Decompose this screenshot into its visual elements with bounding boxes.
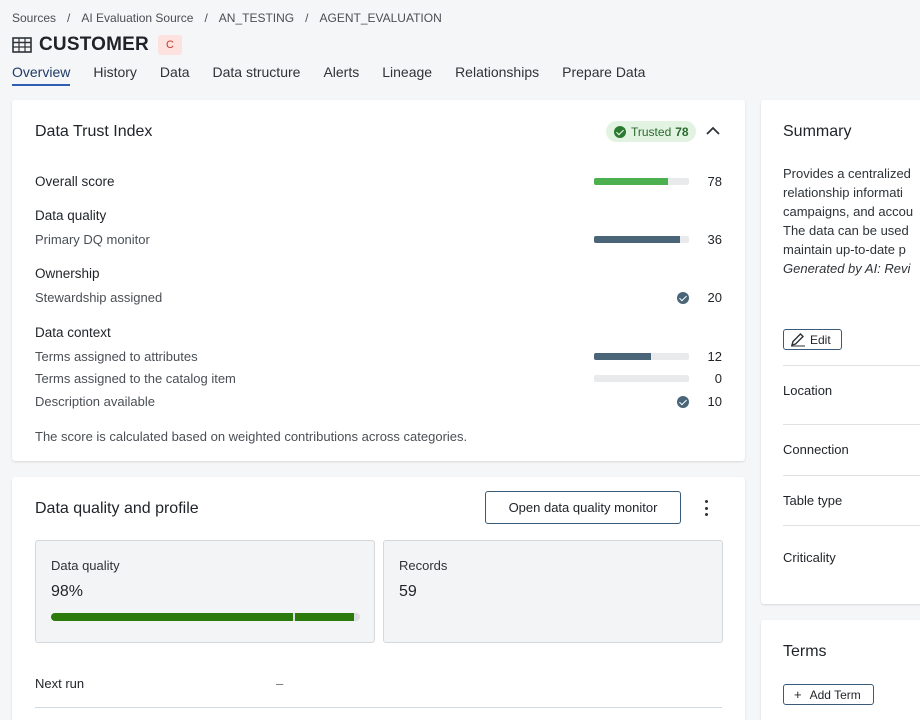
trusted-label: Trusted xyxy=(631,124,672,139)
trust-row-label: Overall score xyxy=(35,174,115,189)
add-term-button[interactable]: + Add Term xyxy=(783,684,874,705)
data-quality-card: Data quality and profile Open data quali… xyxy=(12,477,745,720)
breadcrumb: Sources / AI Evaluation Source / AN_TEST… xyxy=(12,11,442,25)
score-bar-fill xyxy=(594,353,651,360)
trust-row-label: Description available xyxy=(35,394,155,409)
score-bar-fill xyxy=(594,178,669,185)
next-run-label: Next run xyxy=(35,676,85,691)
stat-label: Records xyxy=(399,558,448,573)
chevron-up-icon[interactable] xyxy=(704,122,722,140)
trust-row-label: Stewardship assigned xyxy=(35,290,163,305)
location-label: Location xyxy=(783,383,833,398)
trust-row-label: Data context xyxy=(35,325,111,340)
trust-row-score: 0 xyxy=(714,371,722,386)
score-bar xyxy=(594,353,689,360)
stat-label: Data quality xyxy=(51,558,120,573)
breadcrumb-separator: / xyxy=(67,11,71,25)
divider xyxy=(783,475,920,476)
connection-label: Connection xyxy=(783,442,849,457)
page-title: CUSTOMER xyxy=(39,34,149,55)
trust-row-score: 20 xyxy=(707,290,722,305)
trusted-badge: Trusted 78 xyxy=(606,121,696,142)
score-bar xyxy=(594,375,689,382)
edit-label: Edit xyxy=(810,332,831,347)
card-title: Summary xyxy=(783,123,852,140)
summary-line: The data can be used xyxy=(783,223,909,238)
edit-summary-button[interactable]: Edit xyxy=(783,329,842,350)
breadcrumb-item-schema[interactable]: AN_TESTING xyxy=(219,11,294,25)
tab-bar: Overview History Data Data structure Ale… xyxy=(12,64,668,86)
trust-row-label: Terms assigned to the catalog item xyxy=(35,371,236,386)
tab-prepare-data[interactable]: Prepare Data xyxy=(562,64,645,86)
more-options-icon[interactable] xyxy=(698,498,714,518)
tab-relationships[interactable]: Relationships xyxy=(455,64,539,86)
trust-row-label: Data quality xyxy=(35,208,107,223)
score-footnote: The score is calculated based on weighte… xyxy=(35,429,468,444)
check-circle-icon xyxy=(677,396,689,408)
summary-line: relationship informati xyxy=(783,185,903,200)
breadcrumb-item-table[interactable]: AGENT_EVALUATION xyxy=(320,11,442,25)
breadcrumb-separator: / xyxy=(305,11,309,25)
breadcrumb-item-sources[interactable]: Sources xyxy=(12,11,56,25)
divider xyxy=(783,365,920,366)
breadcrumb-separator: / xyxy=(204,11,208,25)
score-bar xyxy=(594,178,689,185)
tab-overview[interactable]: Overview xyxy=(12,64,71,86)
summary-card: Summary Provides a centralized relations… xyxy=(761,100,920,604)
quality-bar-segment xyxy=(295,613,354,621)
criticality-badge: C xyxy=(157,35,182,55)
divider xyxy=(783,424,920,425)
quality-bar-segment xyxy=(51,613,293,621)
terms-card: Terms + Add Term xyxy=(761,620,920,720)
tab-lineage[interactable]: Lineage xyxy=(382,64,432,86)
data-quality-stat: Data quality 98% xyxy=(35,540,375,643)
card-title: Data Trust Index xyxy=(35,123,153,140)
check-circle-icon xyxy=(677,292,689,304)
add-term-label: Add Term xyxy=(809,687,861,702)
trust-row-score: 78 xyxy=(707,174,722,189)
score-bar-fill xyxy=(594,236,680,243)
criticality-label: Criticality xyxy=(783,550,836,565)
ai-generated-note: Generated by AI: Revi xyxy=(783,261,911,276)
trusted-score: 78 xyxy=(675,124,689,139)
open-dq-monitor-button[interactable]: Open data quality monitor xyxy=(485,491,681,524)
tab-data-structure[interactable]: Data structure xyxy=(213,64,301,86)
next-run-value: – xyxy=(276,676,284,691)
page-header: CUSTOMER C xyxy=(12,34,182,56)
table-type-label: Table type xyxy=(783,493,843,508)
pencil-icon xyxy=(790,332,805,346)
records-stat: Records 59 xyxy=(383,540,723,643)
card-title: Terms xyxy=(783,643,827,660)
trust-row-score: 10 xyxy=(707,394,722,409)
divider xyxy=(783,525,920,526)
check-circle-icon xyxy=(614,125,626,138)
score-bar xyxy=(594,236,689,243)
breadcrumb-item-source[interactable]: AI Evaluation Source xyxy=(81,11,193,25)
summary-line: campaigns, and accou xyxy=(783,204,914,219)
card-title: Data quality and profile xyxy=(35,500,199,517)
summary-line: Provides a centralized xyxy=(783,166,911,181)
table-icon xyxy=(12,37,32,53)
stat-value: 59 xyxy=(399,583,417,600)
summary-line: maintain up-to-date p xyxy=(783,242,906,257)
divider xyxy=(35,707,722,708)
trust-row-label: Terms assigned to attributes xyxy=(35,349,198,364)
tab-alerts[interactable]: Alerts xyxy=(323,64,359,86)
tab-data[interactable]: Data xyxy=(160,64,190,86)
data-trust-index-card: Data Trust Index Trusted 78 Overall scor… xyxy=(12,100,745,461)
trust-row-score: 12 xyxy=(707,349,722,364)
plus-icon: + xyxy=(794,687,802,702)
stat-value: 98% xyxy=(51,583,84,600)
trust-row-score: 36 xyxy=(707,232,722,247)
trust-row-label: Ownership xyxy=(35,266,100,281)
tab-history[interactable]: History xyxy=(93,64,137,86)
trust-row-label: Primary DQ monitor xyxy=(35,232,150,247)
summary-description: Provides a centralized relationship info… xyxy=(783,164,920,278)
quality-progress-bar xyxy=(51,613,360,621)
